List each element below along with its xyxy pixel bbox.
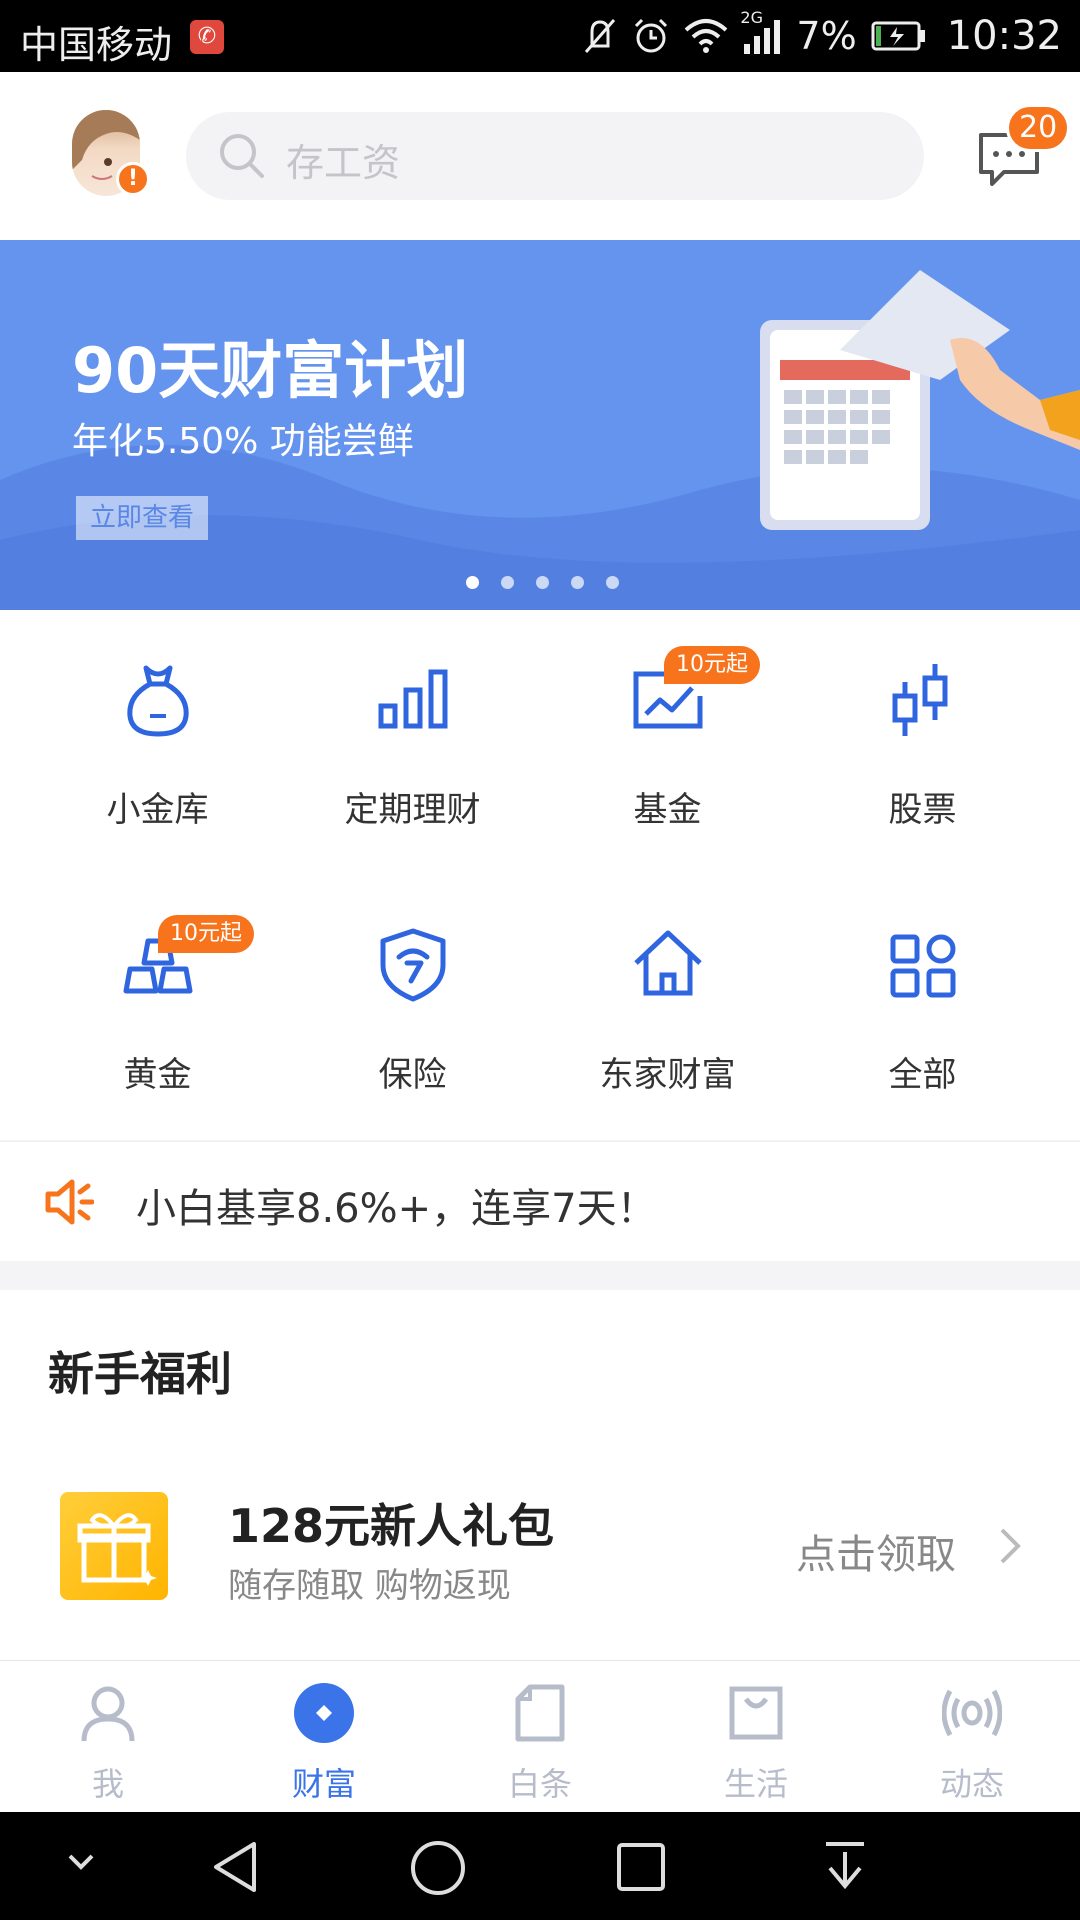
grid-item-label: 保险	[378, 1055, 447, 1095]
bar-chart-icon	[378, 669, 448, 729]
clock: 10:32	[946, 13, 1062, 59]
grid-item-all[interactable]: 全部	[795, 875, 1050, 1135]
recents-square-icon[interactable]	[616, 1842, 666, 1896]
speaker-icon	[44, 1178, 95, 1230]
newcomer-welfare-section: 新手福利 128元新人礼包 随存随取 购物返现 点击领取	[0, 1290, 1080, 1660]
message-count-badge: 20	[1006, 104, 1071, 152]
house-icon	[634, 930, 702, 996]
tab-wealth[interactable]: 财富	[216, 1661, 432, 1813]
hide-nav-chevron-down-icon[interactable]	[66, 1852, 96, 1876]
search-placeholder: 存工资	[286, 141, 401, 185]
announcement-bar[interactable]: 小白基享8.6%+，连享7天！	[0, 1141, 1080, 1261]
home-circle-icon[interactable]	[410, 1840, 466, 1900]
grid-item-insurance[interactable]: 保险	[285, 875, 540, 1135]
note-card-icon	[515, 1684, 565, 1742]
grid-item-xiaojinku[interactable]: 小金库	[30, 610, 285, 870]
status-indicators: 2G 7% 10:32	[582, 8, 1062, 62]
tab-label: 动态	[939, 1765, 1004, 1803]
gift-subtitle: 随存随取 购物返现	[228, 1566, 511, 1606]
calendar-illustration-icon	[760, 270, 1080, 530]
banner-subtitle: 年化5.50% 功能尝鲜	[72, 421, 414, 462]
app-notification-icon: ✆	[190, 20, 224, 54]
feature-grid: 小金库 定期理财 10元起 基金 股票 10元起 黄金 保险 东家财富 全部	[0, 610, 1080, 1140]
back-triangle-icon[interactable]	[210, 1840, 260, 1898]
grid-item-label: 小金库	[106, 790, 209, 830]
gift-icon	[60, 1492, 168, 1600]
broadcast-icon	[942, 1689, 1002, 1737]
banner-cta-button[interactable]: 立即查看	[76, 496, 209, 540]
search-input[interactable]: 存工资	[186, 112, 924, 200]
pagination-dot[interactable]	[571, 576, 584, 589]
person-icon	[81, 1686, 135, 1742]
wealth-diamond-icon	[294, 1683, 354, 1743]
grid-item-fund[interactable]: 10元起 基金	[540, 610, 795, 870]
pagination-dot[interactable]	[536, 576, 549, 589]
wifi-icon	[684, 18, 728, 54]
tab-baitiao[interactable]: 白条	[432, 1661, 648, 1813]
grid-item-dongjia-wealth[interactable]: 东家财富	[540, 875, 795, 1135]
banner-title: 90天财富计划	[72, 334, 469, 407]
grid-item-gold[interactable]: 10元起 黄金	[30, 875, 285, 1135]
mute-icon	[582, 16, 618, 56]
tab-feed[interactable]: 动态	[864, 1661, 1080, 1813]
money-bag-icon	[127, 665, 189, 737]
search-icon	[218, 132, 266, 184]
announcement-text: 小白基享8.6%+，连享7天！	[136, 1186, 657, 1232]
battery-charging-icon	[871, 21, 927, 51]
banner-pagination[interactable]	[466, 576, 619, 589]
carrier-name: 中国移动	[20, 23, 173, 67]
grid-item-label: 股票	[888, 790, 957, 830]
promo-banner[interactable]: 90天财富计划 年化5.50% 功能尝鲜 立即查看	[0, 240, 1080, 610]
tab-label: 财富	[291, 1765, 356, 1803]
gift-title: 128元新人礼包	[228, 1499, 555, 1553]
status-bar: 中国移动 ✆ 2G 7% 10:32	[0, 0, 1080, 72]
signal-icon: 2G	[740, 8, 782, 56]
min-amount-tag: 10元起	[158, 915, 254, 953]
tab-label: 白条	[507, 1765, 572, 1803]
bottom-tab-bar: 我 财富 白条 生活 动态	[0, 1660, 1080, 1812]
alarm-icon	[632, 16, 670, 56]
battery-percent: 7%	[796, 14, 857, 58]
tab-label: 生活	[723, 1765, 788, 1803]
shopping-bag-icon	[729, 1686, 783, 1740]
pagination-dot[interactable]	[501, 576, 514, 589]
section-title: 新手福利	[48, 1347, 232, 1401]
grid-item-label: 黄金	[123, 1055, 192, 1095]
notification-pull-down-icon[interactable]	[822, 1840, 868, 1898]
network-type: 2G	[740, 8, 763, 27]
chevron-right-icon[interactable]	[998, 1526, 1022, 1570]
grid-item-label: 基金	[633, 790, 702, 830]
grid-item-stock[interactable]: 股票	[795, 610, 1050, 870]
shield-icon	[380, 928, 446, 1002]
grid-item-label: 全部	[888, 1055, 957, 1095]
grid-apps-icon	[890, 934, 956, 998]
min-amount-tag: 10元起	[664, 646, 760, 684]
tab-label: 我	[91, 1765, 124, 1803]
pagination-dot[interactable]	[606, 576, 619, 589]
pagination-dot[interactable]	[466, 576, 479, 589]
top-header: ! 存工资 20	[0, 72, 1080, 240]
avatar-alert-badge: !	[116, 162, 150, 196]
grid-item-label: 定期理财	[344, 790, 481, 830]
tab-life[interactable]: 生活	[648, 1661, 864, 1813]
candlestick-icon	[892, 664, 948, 736]
claim-button[interactable]: 点击领取	[796, 1522, 956, 1580]
system-navigation-bar	[0, 1812, 1080, 1920]
grid-item-fixed-term[interactable]: 定期理财	[285, 610, 540, 870]
grid-item-label: 东家财富	[599, 1055, 736, 1095]
tab-me[interactable]: 我	[0, 1661, 216, 1813]
